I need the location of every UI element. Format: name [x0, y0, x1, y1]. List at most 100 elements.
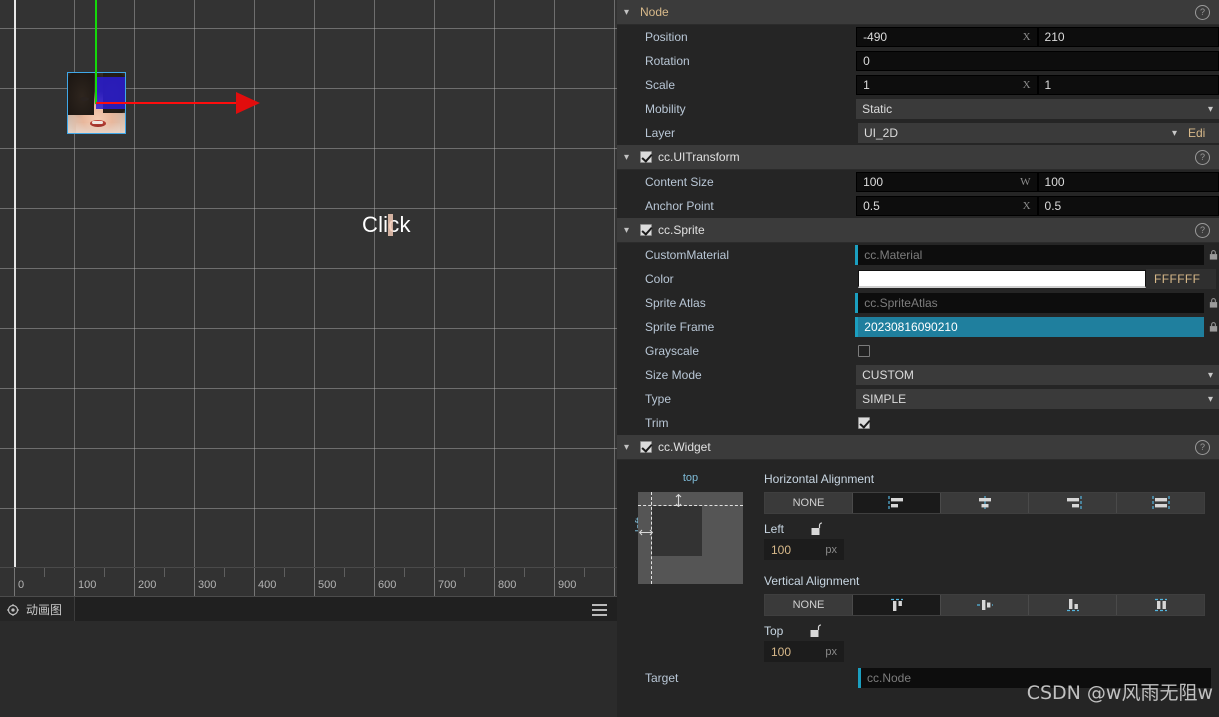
- ruler-label: 900: [558, 579, 577, 591]
- sprite-atlas-placeholder: cc.SpriteAtlas: [864, 296, 938, 310]
- left-distance-unit: px: [825, 543, 837, 556]
- rotation-input[interactable]: 0: [856, 51, 1219, 71]
- section-header-node[interactable]: ▾ Node ?: [617, 0, 1219, 25]
- v-align-middle-button[interactable]: [941, 595, 1029, 615]
- lock-icon[interactable]: [1208, 249, 1219, 261]
- tab-animation-graph[interactable]: 动画图: [0, 597, 76, 622]
- chevron-down-icon[interactable]: ▾: [624, 225, 634, 236]
- widget-top-distance-arrow-icon: [675, 494, 682, 507]
- v-align-none-label: NONE: [792, 599, 825, 611]
- row-size-mode: Size Mode CUSTOM ▾: [617, 363, 1219, 387]
- animation-timeline-empty: [0, 621, 617, 648]
- ruler-label: 600: [378, 579, 397, 591]
- size-mode-value: CUSTOM: [862, 368, 914, 382]
- content-width-value: 100: [863, 175, 884, 189]
- left-field-label: Left: [764, 522, 785, 536]
- vertical-stretch-icon: [1154, 598, 1167, 612]
- sprite-atlas-field[interactable]: cc.SpriteAtlas: [855, 293, 1204, 313]
- anchor-x-input[interactable]: 0.5 X: [856, 196, 1038, 216]
- scale-x-input[interactable]: 1 X: [856, 75, 1038, 95]
- unlocked-icon[interactable]: [809, 624, 822, 638]
- chevron-down-icon[interactable]: ▾: [624, 442, 634, 453]
- v-align-top-button[interactable]: [853, 595, 941, 615]
- content-size-height-input[interactable]: 100: [1037, 172, 1219, 192]
- v-align-stretch-button[interactable]: [1117, 595, 1204, 615]
- type-select[interactable]: SIMPLE ▾: [856, 389, 1219, 409]
- label-size-mode: Size Mode: [645, 368, 702, 382]
- anchor-y-input[interactable]: 0.5: [1037, 196, 1219, 216]
- lock-icon[interactable]: [1208, 321, 1219, 333]
- help-icon[interactable]: ?: [1195, 223, 1210, 238]
- ruler-tick-minor: [284, 568, 285, 577]
- bottom-empty-area: [0, 647, 617, 717]
- position-y-input[interactable]: 210: [1037, 27, 1219, 47]
- ruler-label: 800: [498, 579, 517, 591]
- position-x-value: -490: [863, 30, 888, 44]
- horizontal-stretch-icon: [1151, 496, 1170, 510]
- h-align-left-button[interactable]: [853, 493, 941, 513]
- layer-edit-button[interactable]: Edi: [1183, 123, 1219, 143]
- blue-overlay-rect: [96, 77, 125, 109]
- horizontal-alignment-title: Horizontal Alignment: [764, 472, 875, 486]
- ruler-label: 0: [18, 579, 25, 591]
- layer-select[interactable]: UI_2D ▾: [858, 123, 1183, 143]
- trim-checkbox[interactable]: [858, 417, 870, 429]
- content-size-width-input[interactable]: 100 W: [856, 172, 1038, 192]
- gizmo-x-axis[interactable]: [96, 102, 237, 104]
- scene-view[interactable]: Click 01002003004005006007008009001: [0, 0, 617, 596]
- gizmo-x-arrow-icon[interactable]: [236, 92, 260, 114]
- ruler-tick: [134, 568, 135, 596]
- section-header-uitransform[interactable]: ▾ cc.UITransform ?: [617, 145, 1219, 170]
- widget-preview-top-label: top: [682, 472, 699, 484]
- h-align-none-button[interactable]: NONE: [765, 493, 853, 513]
- hamburger-icon[interactable]: [592, 603, 617, 616]
- widget-alignment-fields: Horizontal Alignment NONE Left 100 px Ve…: [764, 470, 1219, 662]
- sprite-frame-field[interactable]: 20230816090210: [855, 317, 1204, 337]
- v-align-none-button[interactable]: NONE: [765, 595, 853, 615]
- help-icon[interactable]: ?: [1195, 150, 1210, 165]
- section-header-widget[interactable]: ▾ cc.Widget ?: [617, 435, 1219, 460]
- widget-preview-box: [638, 492, 743, 584]
- chevron-down-icon[interactable]: ▾: [624, 152, 634, 163]
- h-align-stretch-button[interactable]: [1117, 493, 1204, 513]
- section-header-sprite[interactable]: ▾ cc.Sprite ?: [617, 218, 1219, 243]
- mobility-select[interactable]: Static ▾: [856, 99, 1219, 119]
- label-color: Color: [645, 272, 674, 286]
- ruler-label: 700: [438, 579, 457, 591]
- top-distance-input[interactable]: 100 px: [764, 641, 844, 662]
- widget-enabled-checkbox[interactable]: [640, 441, 652, 453]
- chevron-down-icon[interactable]: ▾: [624, 7, 634, 18]
- top-align-icon: [890, 598, 903, 611]
- target-field[interactable]: cc.Node: [858, 668, 1211, 688]
- custom-material-field[interactable]: cc.Material: [855, 245, 1204, 265]
- ruler-tick-minor: [344, 568, 345, 577]
- position-x-input[interactable]: -490 X: [856, 27, 1038, 47]
- label-sprite-frame: Sprite Frame: [645, 320, 715, 334]
- help-icon[interactable]: ?: [1195, 5, 1210, 20]
- h-align-right-button[interactable]: [1029, 493, 1117, 513]
- widget-left-distance-arrow-icon: [639, 529, 653, 536]
- h-align-center-button[interactable]: [941, 493, 1029, 513]
- widget-body: top left Horizontal Alignment: [617, 460, 1219, 662]
- section-title-sprite: cc.Sprite: [658, 223, 705, 237]
- row-scale: Scale 1 X 1: [617, 73, 1219, 97]
- sprite-enabled-checkbox[interactable]: [640, 224, 652, 236]
- chevron-down-icon: ▾: [1207, 393, 1213, 405]
- middle-align-icon: [976, 600, 993, 610]
- color-swatch[interactable]: [858, 270, 1146, 288]
- row-rotation: Rotation 0: [617, 49, 1219, 73]
- color-hex-input[interactable]: FFFFFF: [1146, 269, 1216, 289]
- size-mode-select[interactable]: CUSTOM ▾: [856, 365, 1219, 385]
- unlocked-icon[interactable]: [810, 522, 823, 536]
- gizmo-y-axis[interactable]: [95, 0, 97, 104]
- left-distance-value: 100: [771, 542, 792, 557]
- help-icon[interactable]: ?: [1195, 440, 1210, 455]
- horizontal-ruler: 01002003004005006007008009001: [0, 567, 617, 596]
- v-align-bottom-button[interactable]: [1029, 595, 1117, 615]
- scale-y-input[interactable]: 1: [1037, 75, 1219, 95]
- left-distance-input[interactable]: 100 px: [764, 539, 844, 560]
- grayscale-checkbox[interactable]: [858, 345, 870, 357]
- lock-icon[interactable]: [1208, 297, 1219, 309]
- uitransform-enabled-checkbox[interactable]: [640, 151, 652, 163]
- label-content-size: Content Size: [645, 175, 714, 189]
